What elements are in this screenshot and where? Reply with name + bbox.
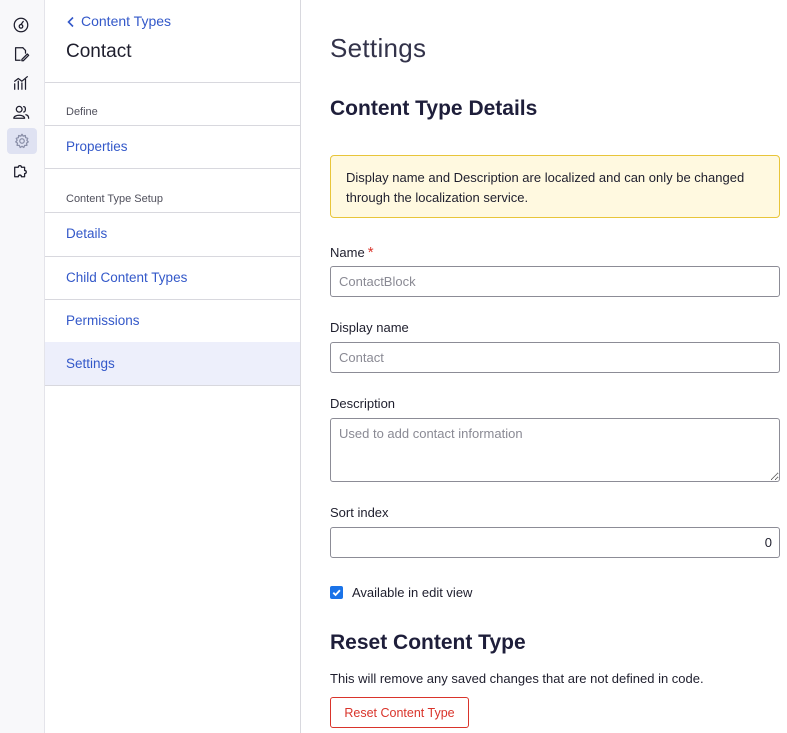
nav-item-settings[interactable]: Settings — [45, 342, 300, 385]
available-in-edit-view-checkbox[interactable] — [330, 586, 343, 599]
localization-notice: Display name and Description are localiz… — [330, 155, 780, 218]
name-label-text: Name — [330, 245, 365, 260]
back-to-content-types-link[interactable]: Content Types — [66, 13, 171, 29]
nav-item-details[interactable]: Details — [45, 212, 300, 255]
name-input[interactable] — [330, 266, 780, 297]
sort-index-label: Sort index — [330, 505, 389, 520]
nav-item-label: Permissions — [66, 313, 140, 328]
nav-item-label: Details — [66, 226, 108, 241]
reset-description: This will remove any saved changes that … — [330, 671, 704, 686]
required-marker: * — [367, 244, 374, 261]
nav-item-label: Settings — [66, 356, 115, 371]
content-type-nav: Content Types Contact Define Properties … — [45, 0, 301, 733]
nav-item-label: Properties — [66, 139, 128, 154]
display-name-label: Display name — [330, 320, 409, 335]
reset-content-type-button[interactable]: Reset Content Type — [330, 697, 469, 728]
settings-main: Settings Content Type Details Display na… — [301, 0, 787, 733]
nav-item-permissions[interactable]: Permissions — [45, 299, 300, 342]
back-link-label: Content Types — [81, 13, 172, 29]
details-section-title: Content Type Details — [330, 97, 538, 120]
nav-divider — [45, 82, 300, 83]
addons-icon[interactable] — [11, 160, 31, 180]
page-title: Settings — [330, 33, 427, 63]
available-in-edit-view-row: Available in edit view — [330, 585, 472, 600]
settings-icon[interactable] — [7, 128, 37, 154]
nav-item-label: Child Content Types — [66, 270, 188, 285]
define-section-label: Define — [66, 106, 98, 118]
nav-divider — [45, 385, 300, 386]
display-name-input[interactable] — [330, 342, 780, 373]
description-label: Description — [330, 396, 396, 411]
content-type-title: Contact — [66, 41, 132, 62]
analytics-icon[interactable] — [11, 73, 31, 93]
icon-rail — [0, 0, 45, 733]
setup-section-label: Content Type Setup — [66, 193, 164, 205]
checkmark-icon — [332, 589, 341, 597]
description-textarea[interactable] — [330, 418, 780, 482]
edit-document-icon[interactable] — [11, 44, 31, 64]
name-label: Name * — [330, 244, 374, 261]
reset-section-title: Reset Content Type — [330, 631, 526, 654]
users-icon[interactable] — [11, 102, 31, 122]
sort-index-input[interactable] — [330, 527, 780, 558]
nav-item-properties[interactable]: Properties — [45, 125, 300, 168]
chevron-left-icon — [66, 15, 76, 28]
available-in-edit-view-label: Available in edit view — [352, 585, 473, 600]
nav-item-child-content-types[interactable]: Child Content Types — [45, 256, 300, 299]
nav-divider — [45, 168, 300, 169]
dashboard-icon[interactable] — [11, 15, 31, 35]
